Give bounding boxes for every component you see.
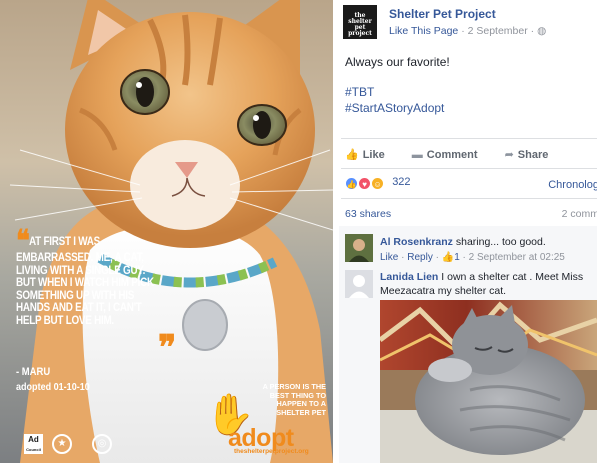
thumbs-up-icon: 👍 (345, 149, 359, 161)
like-reaction-icon: 👍 (345, 177, 358, 190)
comment-text: Al Rosenkranz sharing... too good. (380, 236, 546, 248)
comment-body-line2: Meezacatra my shelter cat. (380, 285, 507, 297)
love-reaction-icon: ♥ (358, 177, 372, 190)
comment-author-link[interactable]: Al Rosenkranz (380, 236, 453, 248)
comment-like-link[interactable]: Like (380, 252, 398, 263)
adopted-date: adopted 01-10-10 (16, 381, 90, 393)
globe-icon: ◍ (537, 25, 547, 37)
comments-count-link[interactable]: 2 comm (562, 208, 597, 220)
meta-separator: · (461, 25, 465, 37)
comment-like-count: 1 (454, 252, 460, 263)
share-label: Share (517, 149, 549, 161)
adopt-url: theshelterpetproject.org (234, 448, 309, 455)
comment-label: Comment (426, 149, 478, 161)
comment-meta: Like · Reply · 👍1 · 2 September at 02:25 (380, 252, 565, 263)
share-button[interactable]: ➦ Share (505, 149, 561, 161)
reactions-summary[interactable]: 👍 ♥ ☺ 322 (345, 176, 411, 190)
sleeping-cat-image (380, 300, 597, 463)
post-actions: 👍 Like ▬ Comment ➦ Share (345, 148, 572, 161)
like-page-link[interactable]: Like This Page (389, 25, 458, 37)
ad-council-logo: Ad Council (24, 434, 43, 454)
poster-tagline: A person is the best thing to happen to … (262, 382, 326, 417)
close-quote-mark: ❞ (158, 328, 177, 368)
comment-author-link[interactable]: Lanida Lien (380, 271, 438, 283)
comment-photo[interactable] (380, 300, 597, 463)
share-icon: ➦ (504, 149, 514, 161)
comment-like-count-icon[interactable]: 👍 (442, 252, 454, 263)
comment-time[interactable]: 2 September at 02:25 (469, 252, 565, 263)
divider (341, 138, 597, 139)
like-label: Like (362, 149, 385, 161)
hashtag-tbt[interactable]: #TBT (345, 85, 374, 99)
commenter-avatar[interactable] (345, 270, 373, 298)
comment-body: sharing... too good. (455, 236, 546, 248)
humane-seal-icon: ◎ (92, 434, 112, 454)
shares-link[interactable]: 63 shares (345, 208, 391, 220)
comment-icon: ▬ (411, 149, 423, 161)
adoption-poster[interactable]: ❝ At first I was embarrassed. Me, a cat, … (0, 0, 333, 463)
divider (341, 168, 597, 169)
comment-reply-link[interactable]: Reply (407, 252, 433, 263)
comment-body: I own a shelter cat . Meet Miss (441, 271, 584, 283)
poster-quote: ❝ At first I was embarrassed. Me, a cat, … (16, 227, 167, 328)
post-meta: Like This Page · 2 September · ◍ (389, 25, 546, 37)
comment-button[interactable]: ▬ Comment (412, 149, 490, 161)
post-text: Always our favorite! (345, 55, 450, 69)
like-button[interactable]: 👍 Like (345, 149, 397, 161)
post-date[interactable]: 2 September (468, 25, 528, 37)
quote-attribution: - MARU (16, 366, 51, 378)
comment-sort-dropdown[interactable]: Chronolog (548, 179, 597, 191)
commenter-avatar[interactable] (345, 234, 373, 262)
quote-text: At first I was embarrassed. Me, a cat, l… (16, 236, 154, 327)
comment-text: Lanida Lien I own a shelter cat . Meet M… (380, 271, 583, 283)
haha-reaction-icon: ☺ (371, 177, 385, 190)
divider (341, 198, 597, 199)
reactions-count: 322 (392, 176, 411, 188)
page-avatar[interactable]: the shelter pet project (343, 5, 377, 39)
meta-separator: · (530, 25, 535, 37)
facebook-post: the shelter pet project Shelter Pet Projec… (333, 0, 597, 463)
hashtag-startastoryadopt[interactable]: #StartAStoryAdopt (345, 101, 444, 115)
usa-seal-icon: ★ (52, 434, 72, 454)
page-name-link[interactable]: Shelter Pet Project (389, 7, 496, 21)
